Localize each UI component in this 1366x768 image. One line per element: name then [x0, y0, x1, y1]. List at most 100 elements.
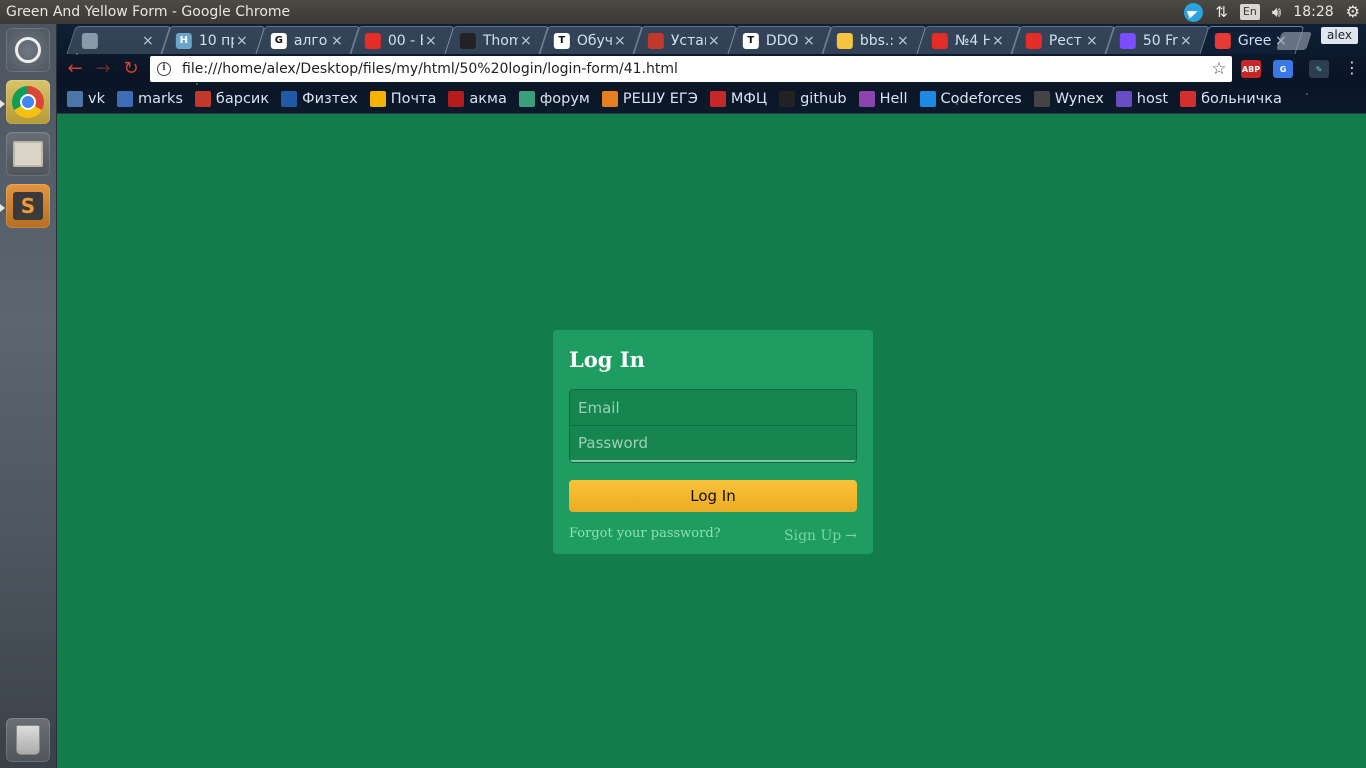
forgot-password-link[interactable]: Forgot your password? — [569, 526, 721, 541]
tab[interactable]: Gалго × — [255, 26, 361, 54]
forward-icon[interactable]: → — [91, 58, 115, 80]
keyboard-language[interactable]: En — [1239, 0, 1260, 24]
bookmark-item[interactable]: marks — [116, 90, 183, 107]
close-icon[interactable]: × — [1084, 33, 1100, 49]
bookmark-item[interactable]: host — [1115, 90, 1168, 107]
tab-label: №4 Н — [954, 32, 990, 49]
tab-label: 50 Fr — [1143, 32, 1179, 49]
close-icon[interactable]: × — [329, 33, 345, 49]
bookmark-label: больничка — [1201, 90, 1282, 107]
tab[interactable]: 00 - В × — [349, 26, 455, 54]
login-title: Log In — [569, 347, 645, 372]
new-tab-button[interactable] — [1276, 32, 1312, 50]
github-icon — [459, 32, 476, 49]
favicon-icon: T — [553, 32, 570, 49]
profile-button[interactable]: alex — [1321, 27, 1358, 44]
tab-label: Gree — [1237, 32, 1272, 49]
volume-icon[interactable]: 🔊︎ — [1272, 0, 1281, 24]
window-title: Green And Yellow Form - Google Chrome — [6, 4, 291, 20]
bookmark-item[interactable]: github — [779, 90, 847, 107]
active-indicator — [0, 100, 5, 108]
tab-label: 10 пр — [199, 32, 235, 49]
browser-toolbar: ← → ↻ i file:///home/alex/Desktop/files/… — [57, 54, 1366, 84]
tab[interactable]: bbs.: × — [821, 26, 927, 54]
bookmark-label: Физтех — [302, 90, 358, 107]
tab[interactable]: Устан × — [632, 26, 738, 54]
tab[interactable]: Рест × — [1010, 26, 1116, 54]
bookmark-item[interactable]: Codeforces — [919, 90, 1022, 107]
bookmark-label: Почта — [390, 90, 437, 107]
network-icon[interactable]: ⇅ — [1215, 0, 1228, 24]
bookmark-item[interactable]: Wynex — [1033, 90, 1104, 107]
bookmark-favicon-icon — [858, 90, 875, 107]
tab-label: алго — [293, 32, 328, 49]
login-button[interactable]: Log In — [569, 480, 857, 512]
bookmark-label: акма — [469, 90, 507, 107]
tab[interactable]: №4 Н × — [916, 26, 1022, 54]
chrome-menu-icon[interactable]: ⋮ — [1344, 59, 1360, 77]
bookmark-label: Hell — [879, 90, 908, 107]
bookmark-item[interactable]: больничка — [1180, 90, 1282, 107]
bookmark-label: Codeforces — [940, 90, 1022, 107]
password-field[interactable] — [570, 425, 856, 460]
color-picker-icon[interactable]: ✎ — [1309, 60, 1329, 78]
tab[interactable]: 50 Fr × — [1104, 26, 1210, 54]
close-icon[interactable]: × — [517, 33, 533, 49]
bookmark-label: барсик — [215, 90, 270, 107]
tab[interactable]: T DDO × — [727, 26, 833, 54]
email-field[interactable] — [570, 390, 856, 425]
bookmark-favicon-icon — [709, 90, 726, 107]
bookmark-item[interactable]: vk — [67, 90, 105, 107]
close-icon[interactable]: × — [989, 33, 1005, 49]
tab[interactable]: H 10 пр × — [160, 26, 266, 54]
close-icon[interactable]: × — [895, 33, 911, 49]
bookmark-item[interactable]: Hell — [858, 90, 908, 107]
ubuntu-icon — [15, 37, 41, 63]
close-icon[interactable]: × — [801, 33, 817, 49]
file-cabinet-icon — [13, 141, 43, 167]
info-icon[interactable]: i — [157, 62, 171, 76]
bookmark-favicon-icon — [518, 90, 535, 107]
tab[interactable]: × — [66, 26, 172, 54]
launcher-sublime[interactable]: S — [6, 184, 50, 228]
signup-link[interactable]: Sign Up → — [784, 528, 857, 544]
bookmark-star-icon[interactable]: ☆ — [1206, 59, 1232, 79]
tab[interactable]: Thom × — [444, 26, 550, 54]
close-icon[interactable]: × — [1178, 33, 1194, 49]
close-icon[interactable]: × — [612, 33, 628, 49]
close-icon[interactable]: × — [234, 33, 250, 49]
translate-icon[interactable]: G — [1273, 60, 1293, 78]
launcher-chrome[interactable] — [6, 80, 50, 124]
close-icon[interactable]: × — [423, 33, 439, 49]
close-icon[interactable]: × — [706, 33, 722, 49]
favicon-icon: T — [742, 32, 759, 49]
bookmark-item[interactable]: барсик — [194, 90, 270, 107]
bookmark-label: github — [800, 90, 847, 107]
adblock-icon[interactable]: ABP — [1241, 60, 1261, 78]
bookmark-item[interactable]: акма — [448, 90, 507, 107]
reload-icon[interactable]: ↻ — [119, 58, 143, 80]
clock[interactable]: 18:28 — [1293, 0, 1333, 24]
back-icon[interactable]: ← — [63, 58, 87, 80]
address-bar[interactable]: i file:///home/alex/Desktop/files/my/htm… — [150, 56, 1232, 82]
dash-button[interactable] — [6, 28, 50, 72]
launcher-files[interactable] — [6, 132, 50, 176]
system-top-panel: Green And Yellow Form - Google Chrome ⇅ … — [0, 0, 1366, 24]
close-icon[interactable]: × — [140, 33, 156, 49]
bookmark-item[interactable]: РЕШУ ЕГЭ — [601, 90, 698, 107]
bookmark-item[interactable]: форум — [518, 90, 590, 107]
signup-label: Sign Up — [784, 528, 842, 544]
bookmark-item[interactable]: Физтех — [281, 90, 358, 107]
bookmarks-bar: vk marks барсик Физтех Почта акма форум РЕШУ ЕГ… — [57, 84, 1366, 114]
launcher-trash[interactable] — [6, 718, 50, 762]
url-text[interactable]: file:///home/alex/Desktop/files/my/html/… — [182, 61, 1206, 77]
sublime-icon: S — [13, 192, 43, 220]
bookmark-favicon-icon — [448, 90, 465, 107]
tab[interactable]: T Обуч × — [538, 26, 644, 54]
youtube-icon — [365, 32, 382, 49]
bookmark-item[interactable]: МФЦ — [709, 90, 767, 107]
note-icon — [837, 32, 854, 49]
telegram-icon[interactable] — [1184, 0, 1204, 24]
gear-icon[interactable]: ⚙ — [1346, 0, 1360, 24]
bookmark-item[interactable]: Почта — [369, 90, 437, 107]
